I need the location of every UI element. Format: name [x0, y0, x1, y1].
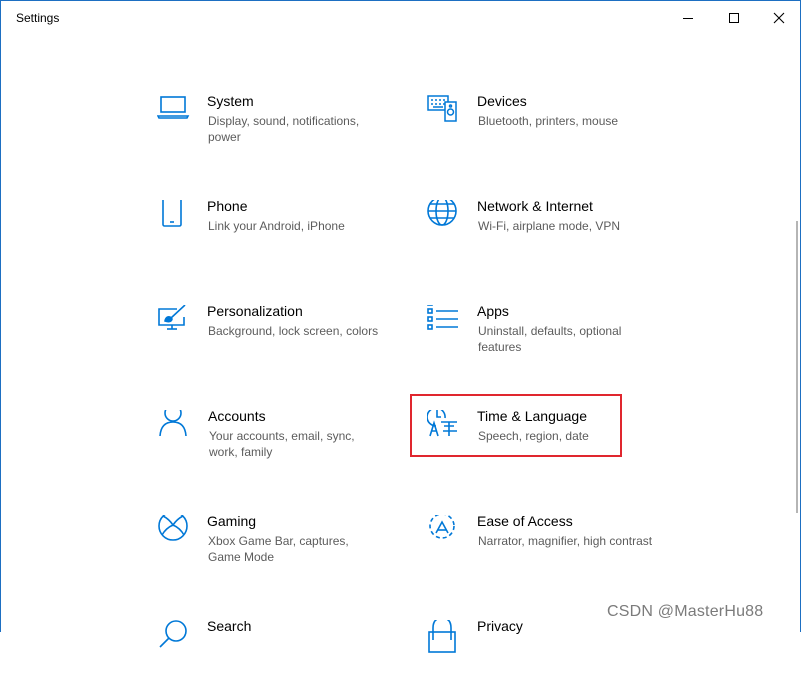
tile-description: Background, lock screen, colors — [208, 324, 379, 338]
settings-tile-privacy[interactable]: Privacy — [427, 618, 667, 680]
highlight-annotation-box — [410, 394, 622, 457]
tile-description: Your accounts, email, sync, work, family — [209, 429, 355, 459]
tile-description: Uninstall, defaults, optional features — [478, 324, 622, 354]
ease-of-access-icon — [427, 515, 461, 549]
title-bar: Settings — [1, 1, 800, 35]
laptop-icon — [157, 95, 191, 129]
settings-tile-network-internet[interactable]: Network & Internet Wi-Fi, airplane mode,… — [427, 198, 667, 260]
globe-icon — [427, 200, 461, 234]
settings-tile-gaming[interactable]: Gaming Xbox Game Bar, captures, Game Mod… — [157, 513, 397, 575]
close-button[interactable] — [756, 1, 802, 35]
settings-tile-search[interactable]: Search — [157, 618, 397, 680]
apps-list-icon — [427, 305, 461, 339]
person-icon — [158, 410, 192, 444]
tile-description: Display, sound, notifications, power — [208, 114, 360, 144]
tile-title: Accounts — [208, 408, 266, 424]
settings-tile-personalization[interactable]: Personalization Background, lock screen,… — [157, 303, 397, 365]
maximize-icon — [729, 13, 739, 23]
scrollbar-thumb[interactable] — [796, 221, 798, 513]
tile-title: Apps — [477, 303, 509, 319]
settings-tile-ease-of-access[interactable]: Ease of Access Narrator, magnifier, high… — [427, 513, 667, 575]
tile-title: Personalization — [207, 303, 303, 319]
settings-tile-accounts[interactable]: Accounts Your accounts, email, sync, wor… — [158, 408, 398, 470]
settings-tile-apps[interactable]: Apps Uninstall, defaults, optional featu… — [427, 303, 667, 365]
maximize-button[interactable] — [711, 1, 757, 35]
tile-title: Network & Internet — [477, 198, 593, 214]
minimize-icon — [683, 18, 693, 19]
minimize-button[interactable] — [665, 1, 711, 35]
keyboard-speaker-icon — [427, 95, 461, 129]
settings-window: Settings System Display, sound, notifica… — [0, 0, 801, 653]
tile-title: Gaming — [207, 513, 257, 529]
tile-description: Bluetooth, printers, mouse — [478, 114, 619, 128]
search-icon — [157, 620, 191, 654]
watermark-text: CSDN @MasterHu88 — [607, 603, 764, 620]
settings-tile-system[interactable]: System Display, sound, notifications, po… — [157, 93, 397, 155]
xbox-icon — [157, 515, 191, 549]
tile-title: Ease of Access — [477, 513, 573, 529]
window-title: Settings — [16, 11, 60, 25]
tile-title: System — [207, 93, 254, 109]
tile-description: Narrator, magnifier, high contrast — [478, 534, 653, 548]
tile-description: Wi-Fi, airplane mode, VPN — [478, 219, 621, 233]
lock-icon — [427, 620, 461, 654]
settings-tile-phone[interactable]: Phone Link your Android, iPhone — [157, 198, 397, 260]
settings-tile-devices[interactable]: Devices Bluetooth, printers, mouse — [427, 93, 667, 155]
phone-icon — [157, 200, 191, 234]
tile-title: Phone — [207, 198, 248, 214]
tile-title: Devices — [477, 93, 527, 109]
paintbrush-icon — [157, 305, 191, 339]
tile-description: Xbox Game Bar, captures, Game Mode — [208, 534, 349, 564]
tile-description: Link your Android, iPhone — [208, 219, 345, 233]
close-icon — [773, 12, 785, 24]
